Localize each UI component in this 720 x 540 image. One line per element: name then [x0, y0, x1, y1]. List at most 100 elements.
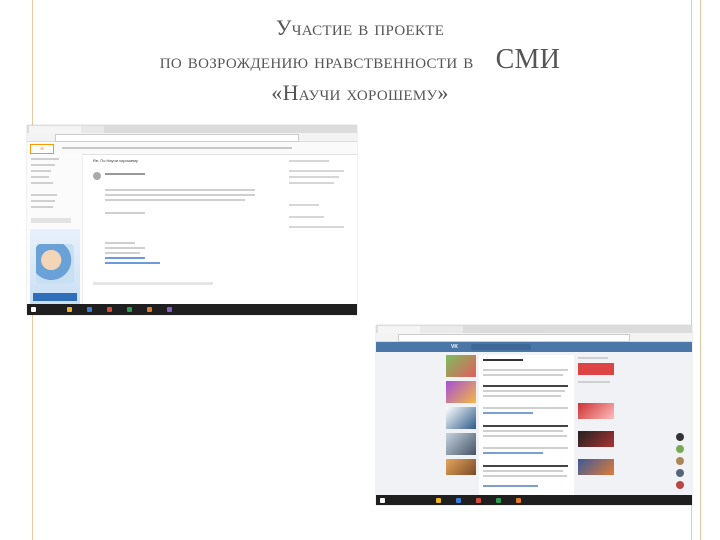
feed-line [483, 369, 568, 371]
chat-bubble-icon [676, 469, 684, 477]
chat-bubble-icon [676, 445, 684, 453]
panel-line [289, 170, 344, 172]
taskbar-icon [496, 498, 501, 503]
vk-search [471, 344, 531, 350]
vk-left-column [446, 355, 476, 475]
sidebar-line [31, 170, 51, 172]
address-bar [27, 133, 357, 142]
taskbar-icon [147, 307, 152, 312]
feed-link [483, 452, 543, 454]
panel-line [289, 216, 324, 218]
browser-tab [29, 126, 82, 133]
sidebar-line [31, 182, 53, 184]
feed-headline [483, 385, 568, 387]
panel-line [289, 176, 339, 178]
signature-link [105, 257, 145, 259]
right-thumbnail [578, 403, 614, 419]
right-line [578, 381, 610, 383]
feed-link [483, 485, 538, 487]
browser-tab [378, 326, 421, 333]
feed-line [483, 407, 568, 409]
browser-tabs [27, 125, 357, 133]
taskbar-icon [87, 307, 92, 312]
mail-sidebar [27, 154, 83, 304]
title-line-2: по возрождению нравственности в СМИ [0, 44, 720, 77]
body-line [105, 199, 245, 201]
taskbar-icon [107, 307, 112, 312]
left-thumbnail [446, 459, 476, 475]
feed-headline [483, 465, 568, 467]
taskbar-icon [516, 498, 521, 503]
right-thumbnail [578, 431, 614, 447]
mail-message: Re: По Научи хорошему [83, 154, 283, 304]
address-field [398, 334, 630, 342]
avatar-icon [93, 172, 101, 180]
feed-line [483, 435, 567, 437]
windows-taskbar [376, 495, 692, 505]
right-line [578, 357, 608, 359]
title-line-2-text: по возрождению нравственности в [159, 48, 474, 73]
mail-logo: ✉ [30, 144, 54, 154]
chat-bubble-icon [676, 481, 684, 489]
ad-footer [33, 293, 77, 301]
feed-line [483, 390, 565, 392]
toolbar-line [62, 147, 292, 149]
vk-header: VK [376, 342, 692, 352]
left-thumbnail [446, 433, 476, 455]
start-icon [380, 498, 385, 503]
sidebar-line [31, 194, 57, 196]
feed-headline [483, 425, 568, 427]
feed-line [483, 359, 523, 361]
slide-title: Участие в проекте по возрождению нравств… [0, 12, 720, 109]
left-thumbnail [446, 355, 476, 377]
vk-feed [479, 355, 574, 495]
sidebar-line [31, 176, 49, 178]
sidebar-line [31, 200, 55, 202]
mail-screenshot: ✉ Re: По Научи хорошему [27, 125, 357, 315]
chat-bubble-icons [676, 433, 686, 493]
panel-line [289, 226, 344, 228]
title-line-1: Участие в проекте [275, 15, 445, 40]
body-line [105, 212, 145, 214]
feed-line [483, 374, 563, 376]
start-icon [31, 307, 36, 312]
panel-line [289, 204, 319, 206]
reply-bar [93, 282, 213, 285]
vk-logo-icon: VK [451, 344, 458, 350]
title-tail: СМИ [495, 44, 561, 75]
sidebar-line [31, 206, 53, 208]
feed-line [483, 447, 568, 449]
chat-bubble-icon [676, 457, 684, 465]
vk-right-column [578, 355, 616, 495]
address-field [55, 134, 299, 142]
browser-tab [81, 126, 104, 133]
left-thumbnail [446, 381, 476, 403]
from-line [105, 173, 145, 175]
ad-image [36, 244, 74, 284]
feed-link [483, 412, 533, 414]
windows-taskbar [27, 304, 357, 315]
feed-line [483, 475, 567, 477]
vk-screenshot: VK [376, 325, 692, 505]
taskbar-icon [167, 307, 172, 312]
feed-line [483, 430, 563, 432]
taskbar-icon [67, 307, 72, 312]
body-line [105, 194, 255, 196]
signature-link [105, 262, 160, 264]
mail-right-panel [285, 154, 355, 304]
sidebar-ad-banner [30, 229, 80, 304]
signature-line [105, 252, 140, 254]
chat-bubble-icon [676, 433, 684, 441]
taskbar-icon [436, 498, 441, 503]
right-thumbnail [578, 363, 614, 375]
sidebar-line [31, 164, 55, 166]
panel-line [289, 160, 329, 162]
panel-line [289, 182, 334, 184]
sidebar-line [31, 218, 71, 223]
feed-line [483, 395, 561, 397]
signature-line [105, 242, 135, 244]
mail-subject: Re: По Научи хорошему [93, 158, 138, 163]
browser-tabs [376, 325, 692, 333]
address-bar [376, 333, 692, 342]
body-line [105, 189, 255, 191]
